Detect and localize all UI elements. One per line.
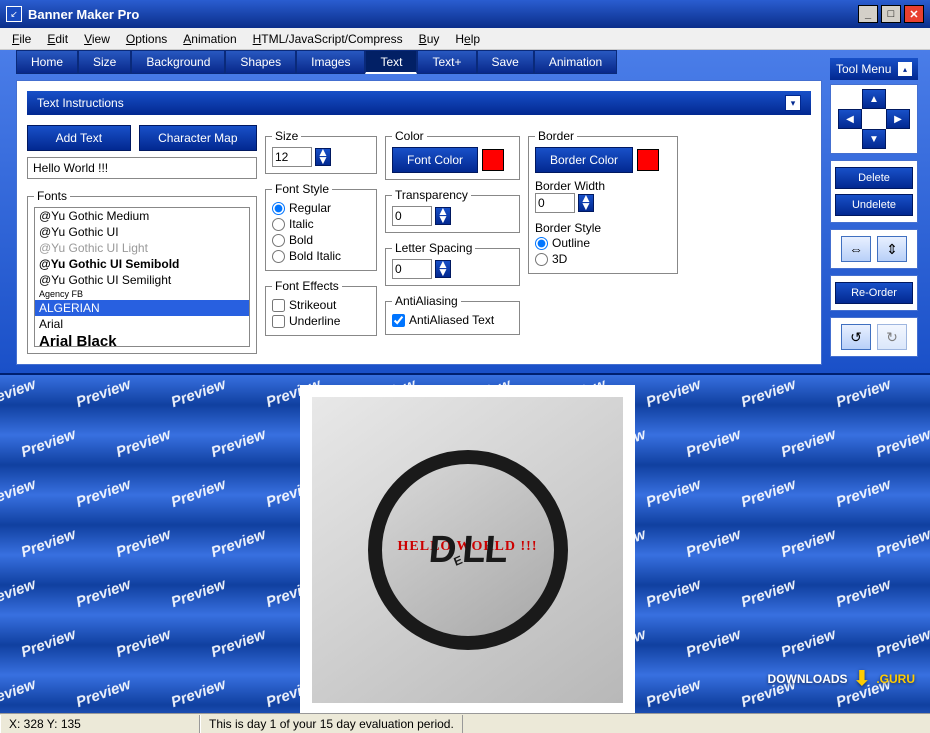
menubar: File Edit View Options Animation HTML/Ja… [0,28,930,50]
menu-options[interactable]: Options [118,30,175,48]
redo-button[interactable]: ↻ [877,324,907,350]
size-label: Size [272,129,301,143]
font-item[interactable]: @Yu Gothic UI [35,224,249,240]
expand-icon[interactable]: ▾ [785,95,801,111]
radio-bold[interactable]: Bold [272,232,370,248]
tab-save[interactable]: Save [477,50,534,74]
font-color-swatch[interactable] [482,149,504,171]
font-item[interactable]: Agency FB [35,288,249,300]
font-list[interactable]: @Yu Gothic Medium @Yu Gothic UI @Yu Goth… [34,207,250,347]
borderwidth-input[interactable] [535,193,575,213]
tab-size[interactable]: Size [78,50,131,74]
statusbar: X: 328 Y: 135 This is day 1 of your 15 d… [0,713,930,733]
fontstyle-label: Font Style [272,182,332,196]
antialiasing-label: AntiAliasing [392,294,461,308]
radio-regular[interactable]: Regular [272,200,370,216]
add-text-button[interactable]: Add Text [27,125,131,151]
font-item[interactable]: @Yu Gothic UI Semibold [35,256,249,272]
minimize-button[interactable]: _ [858,5,878,23]
fonts-label: Fonts [34,189,70,203]
status-coords: X: 328 Y: 135 [0,715,200,733]
transparency-input[interactable] [392,206,432,226]
check-antialiased[interactable]: AntiAliased Text [392,312,513,328]
border-label: Border [535,129,577,143]
font-item[interactable]: @Yu Gothic Medium [35,208,249,224]
character-map-button[interactable]: Character Map [139,125,257,151]
dpad-right[interactable]: ▶ [886,109,910,129]
fonteffects-label: Font Effects [272,279,342,293]
banner-canvas[interactable]: HELLO WORLD !!! DELL [300,385,635,713]
menu-edit[interactable]: Edit [39,30,76,48]
delete-button[interactable]: Delete [835,167,913,189]
borderstyle-label: Border Style [535,221,671,235]
font-item[interactable]: @Yu Gothic UI Light [35,240,249,256]
font-color-button[interactable]: Font Color [392,147,478,173]
reorder-button[interactable]: Re-Order [835,282,913,304]
collapse-icon[interactable]: ▴ [898,62,912,76]
borderwidth-spinner[interactable]: ▲▼ [578,194,594,212]
instructions-label: Text Instructions [37,96,124,110]
undelete-button[interactable]: Undelete [835,194,913,216]
size-spinner[interactable]: ▲▼ [315,148,331,166]
font-item[interactable]: Arial [35,316,249,332]
transparency-spinner[interactable]: ▲▼ [435,207,451,225]
maximize-button[interactable]: □ [881,5,901,23]
dpad-up[interactable]: ▲ [862,89,886,109]
tab-textplus[interactable]: Text+ [417,50,476,74]
menu-html[interactable]: HTML/JavaScript/Compress [245,30,411,48]
borderwidth-label: Border Width [535,179,671,193]
border-color-swatch[interactable] [637,149,659,171]
color-label: Color [392,129,427,143]
tab-row: Home Size Background Shapes Images Text … [0,50,822,74]
radio-bolditalic[interactable]: Bold Italic [272,248,370,264]
close-button[interactable]: ✕ [904,5,924,23]
tab-home[interactable]: Home [16,50,78,74]
tool-menu: Tool Menu ▴ ▲ ◀ ▶ ▼ Delete Undelete ⇔ ⇕ R… [830,58,918,373]
radio-outline[interactable]: Outline [535,235,671,251]
app-icon: ↙ [6,6,22,22]
align-h-button[interactable]: ⇔ [841,236,871,262]
align-v-button[interactable]: ⇕ [877,236,907,262]
dell-logo: HELLO WORLD !!! DELL [368,450,568,650]
text-input[interactable] [27,157,257,179]
letterspacing-label: Letter Spacing [392,241,475,255]
menu-buy[interactable]: Buy [411,30,448,48]
watermark: DOWNLOADS⬇.GURU [768,666,915,691]
undo-button[interactable]: ↺ [841,324,871,350]
radio-italic[interactable]: Italic [272,216,370,232]
instructions-bar[interactable]: Text Instructions ▾ [27,91,811,115]
preview-area[interactable]: PreviewPreviewPreviewPreviewPreviewPrevi… [0,373,930,713]
check-strikeout[interactable]: Strikeout [272,297,370,313]
radio-3d[interactable]: 3D [535,251,671,267]
font-item-selected[interactable]: ALGERIAN [35,300,249,316]
app-title: Banner Maker Pro [28,7,139,22]
menu-help[interactable]: Help [447,30,488,48]
tab-shapes[interactable]: Shapes [225,50,296,74]
transparency-label: Transparency [392,188,471,202]
tab-animation[interactable]: Animation [534,50,617,74]
check-underline[interactable]: Underline [272,313,370,329]
letterspacing-spinner[interactable]: ▲▼ [435,260,451,278]
tab-text[interactable]: Text [365,50,417,74]
tab-background[interactable]: Background [131,50,225,74]
border-color-button[interactable]: Border Color [535,147,633,173]
menu-file[interactable]: File [4,30,39,48]
menu-animation[interactable]: Animation [175,30,244,48]
tab-images[interactable]: Images [296,50,365,74]
menu-view[interactable]: View [76,30,118,48]
status-message: This is day 1 of your 15 day evaluation … [200,715,463,733]
font-item[interactable]: Arial Black [35,332,249,347]
font-item[interactable]: @Yu Gothic UI Semilight [35,272,249,288]
size-input[interactable] [272,147,312,167]
dpad-down[interactable]: ▼ [862,129,886,149]
tool-menu-header[interactable]: Tool Menu ▴ [830,58,918,80]
titlebar: ↙ Banner Maker Pro _ □ ✕ [0,0,930,28]
letterspacing-input[interactable] [392,259,432,279]
dpad-left[interactable]: ◀ [838,109,862,129]
